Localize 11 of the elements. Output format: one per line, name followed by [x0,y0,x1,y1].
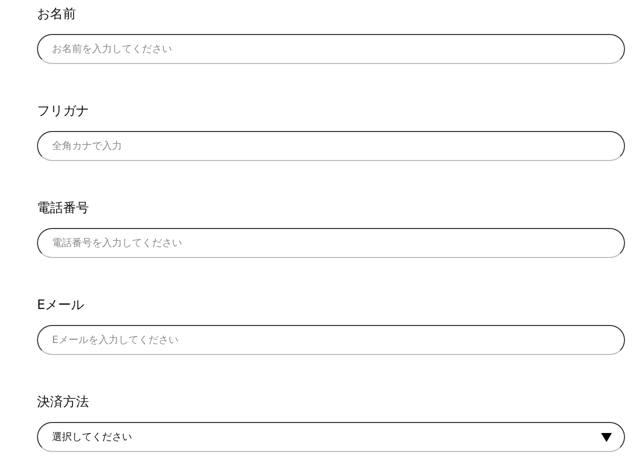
field-label: フリガナ [37,103,89,121]
input-field[interactable]: 電話番号を入力してください [37,228,625,258]
select-field[interactable]: 選択してください [37,422,625,452]
input-field[interactable]: お名前を入力してください [37,34,625,64]
field-label: お名前 [37,6,76,24]
input-field[interactable]: 全角カナで入力 [37,131,625,161]
field-label: Eメール [37,297,84,315]
input-field[interactable]: Eメールを入力してください [37,325,625,355]
caret-icon [601,432,612,442]
field-label: 電話番号 [37,200,89,218]
field-label: 決済方法 [37,394,89,412]
